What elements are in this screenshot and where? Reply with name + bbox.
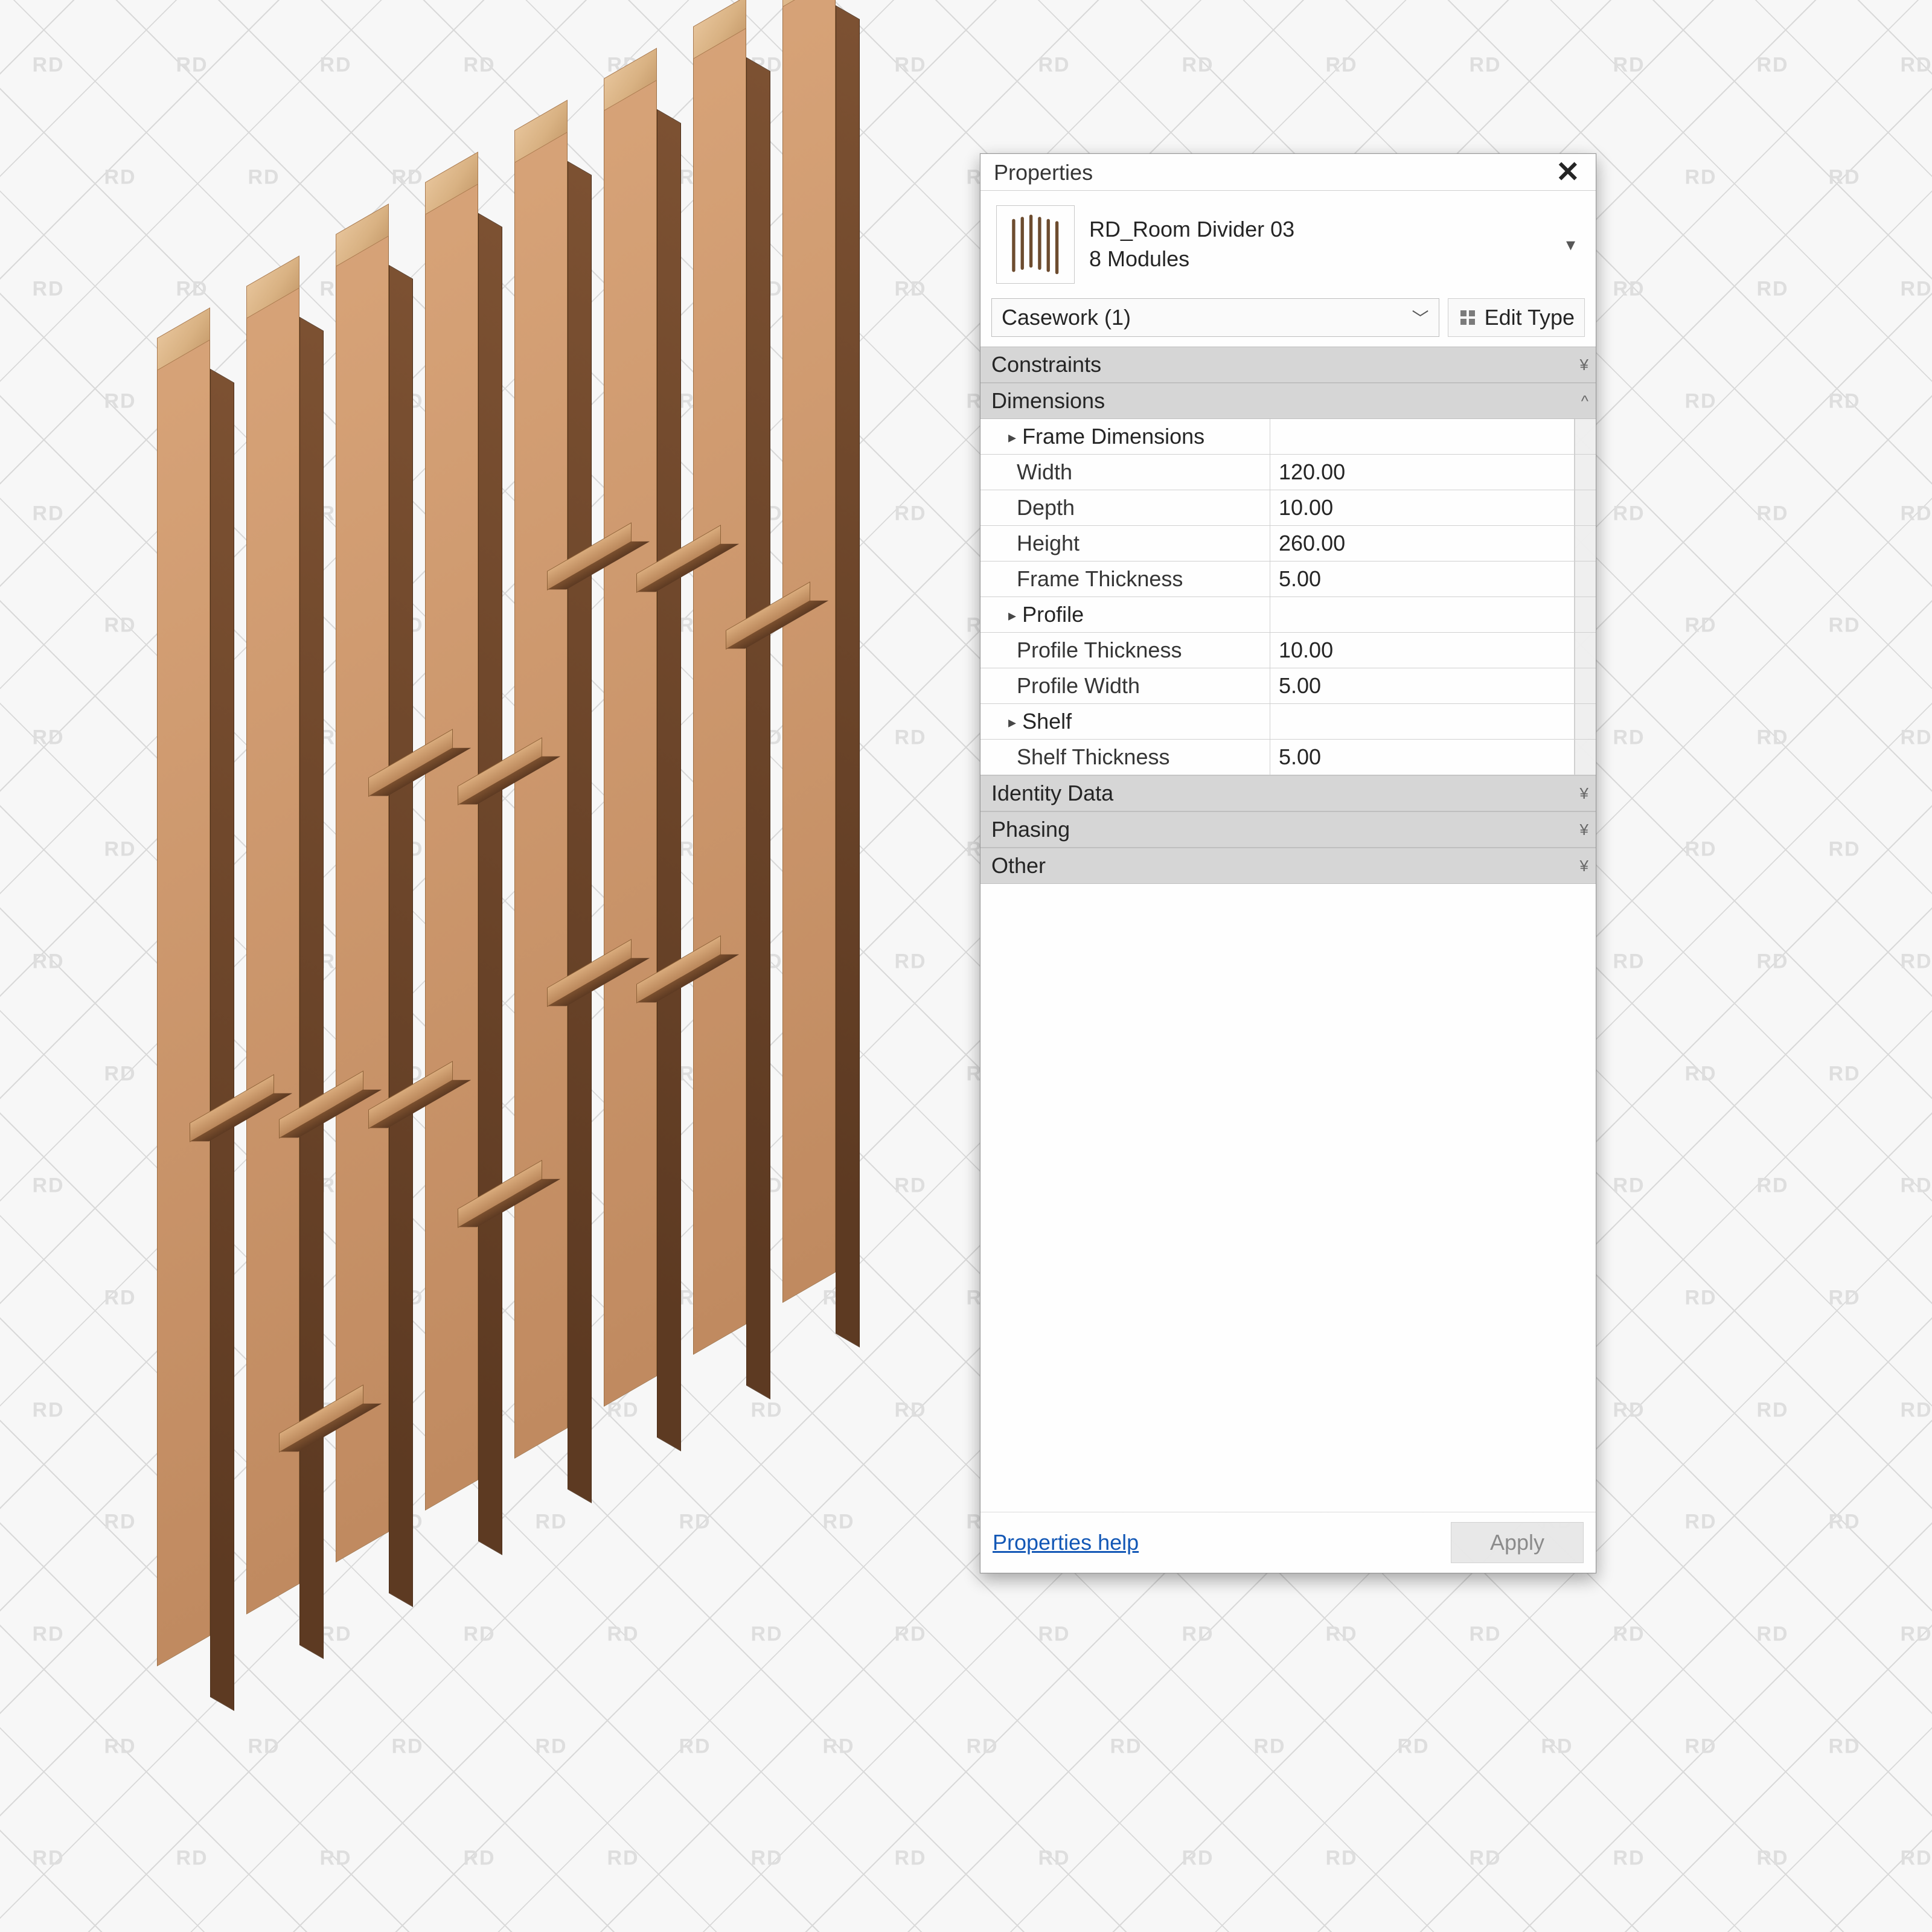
associate-button[interactable]	[1575, 740, 1596, 775]
row-profile-width: Profile Width 5.00	[980, 668, 1596, 704]
family-thumbnail	[996, 205, 1075, 284]
param-label: Depth	[980, 490, 1270, 525]
param-value[interactable]: 260.00	[1270, 526, 1575, 561]
param-value[interactable]: 120.00	[1270, 455, 1575, 490]
param-value[interactable]: 10.00	[1270, 633, 1575, 668]
param-label: Width	[980, 455, 1270, 490]
param-label: Profile Thickness	[980, 633, 1270, 668]
param-value[interactable]: 5.00	[1270, 561, 1575, 597]
properties-help-link[interactable]: Properties help	[993, 1530, 1139, 1555]
associate-button[interactable]	[1575, 597, 1596, 632]
row-shelf-thickness: Shelf Thickness 5.00	[980, 740, 1596, 775]
associate-button[interactable]	[1575, 704, 1596, 739]
expand-icon: ¥	[1580, 784, 1585, 803]
collapse-icon: ^	[1581, 392, 1585, 411]
param-value[interactable]	[1270, 419, 1575, 454]
row-depth: Depth 10.00	[980, 490, 1596, 526]
group-other[interactable]: Other ¥	[980, 848, 1596, 884]
row-width: Width 120.00	[980, 455, 1596, 490]
associate-button[interactable]	[1575, 490, 1596, 525]
param-value[interactable]	[1270, 597, 1575, 632]
expand-icon: ¥	[1580, 857, 1585, 875]
panel-title: Properties	[994, 160, 1093, 185]
param-label: Shelf Thickness	[980, 740, 1270, 775]
group-label: Dimensions	[991, 388, 1105, 414]
associate-button[interactable]	[1575, 668, 1596, 703]
row-frame-dimensions[interactable]: ▸ Frame Dimensions	[980, 419, 1596, 455]
group-dimensions[interactable]: Dimensions ^	[980, 383, 1596, 419]
viewport-canvas[interactable]: RDRDRDRDRDRDRDRDRDRDRDRDRDRDRDRDRDRDRDRD…	[0, 0, 1932, 1932]
associate-button[interactable]	[1575, 561, 1596, 597]
param-value[interactable]	[1270, 704, 1575, 739]
group-label: Identity Data	[991, 781, 1113, 806]
associate-button[interactable]	[1575, 455, 1596, 490]
group-identity-data[interactable]: Identity Data ¥	[980, 775, 1596, 811]
family-type-names: RD_Room Divider 03 8 Modules	[1089, 215, 1294, 273]
group-label: Constraints	[991, 352, 1101, 377]
edit-type-button[interactable]: Edit Type	[1448, 298, 1585, 337]
row-profile[interactable]: ▸ Profile	[980, 597, 1596, 633]
panel-titlebar[interactable]: Properties ✕	[980, 154, 1596, 191]
param-label: Profile	[1022, 602, 1084, 627]
expand-icon: ¥	[1580, 820, 1585, 839]
apply-button[interactable]: Apply	[1451, 1522, 1584, 1563]
chevron-down-icon[interactable]: ▾	[1556, 234, 1580, 255]
triangle-right-icon: ▸	[1008, 713, 1016, 732]
panel-footer: Properties help Apply	[980, 1512, 1596, 1573]
properties-panel: Properties ✕ RD_Room Divider 03	[980, 153, 1596, 1573]
associate-button[interactable]	[1575, 633, 1596, 668]
param-label: Profile Width	[980, 668, 1270, 703]
group-label: Other	[991, 853, 1046, 878]
expand-icon: ¥	[1580, 356, 1585, 374]
row-profile-thickness: Profile Thickness 10.00	[980, 633, 1596, 668]
edit-type-label: Edit Type	[1485, 305, 1575, 330]
param-value[interactable]: 5.00	[1270, 740, 1575, 775]
triangle-right-icon: ▸	[1008, 428, 1016, 447]
family-type-selector[interactable]: RD_Room Divider 03 8 Modules ▾	[980, 191, 1596, 298]
group-constraints[interactable]: Constraints ¥	[980, 347, 1596, 383]
param-label: Frame Thickness	[980, 561, 1270, 597]
family-name: RD_Room Divider 03	[1089, 215, 1294, 245]
edit-type-icon	[1458, 308, 1477, 327]
chevron-down-icon: ﹀	[1412, 305, 1429, 330]
row-frame-thickness: Frame Thickness 5.00	[980, 561, 1596, 597]
group-phasing[interactable]: Phasing ¥	[980, 811, 1596, 848]
group-label: Phasing	[991, 817, 1070, 842]
param-label: Height	[980, 526, 1270, 561]
associate-button[interactable]	[1575, 419, 1596, 454]
instance-selector-text: Casework (1)	[1002, 305, 1131, 330]
triangle-right-icon: ▸	[1008, 606, 1016, 625]
associate-button[interactable]	[1575, 526, 1596, 561]
instance-selector[interactable]: Casework (1) ﹀	[991, 298, 1439, 337]
param-label: Shelf	[1022, 709, 1072, 734]
close-icon[interactable]: ✕	[1550, 161, 1586, 185]
param-value[interactable]: 5.00	[1270, 668, 1575, 703]
row-shelf[interactable]: ▸ Shelf	[980, 704, 1596, 740]
type-name: 8 Modules	[1089, 245, 1294, 274]
panel-empty-area	[980, 884, 1596, 1512]
row-height: Height 260.00	[980, 526, 1596, 561]
model-room-divider[interactable]	[157, 85, 942, 1835]
param-value[interactable]: 10.00	[1270, 490, 1575, 525]
param-label: Frame Dimensions	[1022, 424, 1204, 449]
